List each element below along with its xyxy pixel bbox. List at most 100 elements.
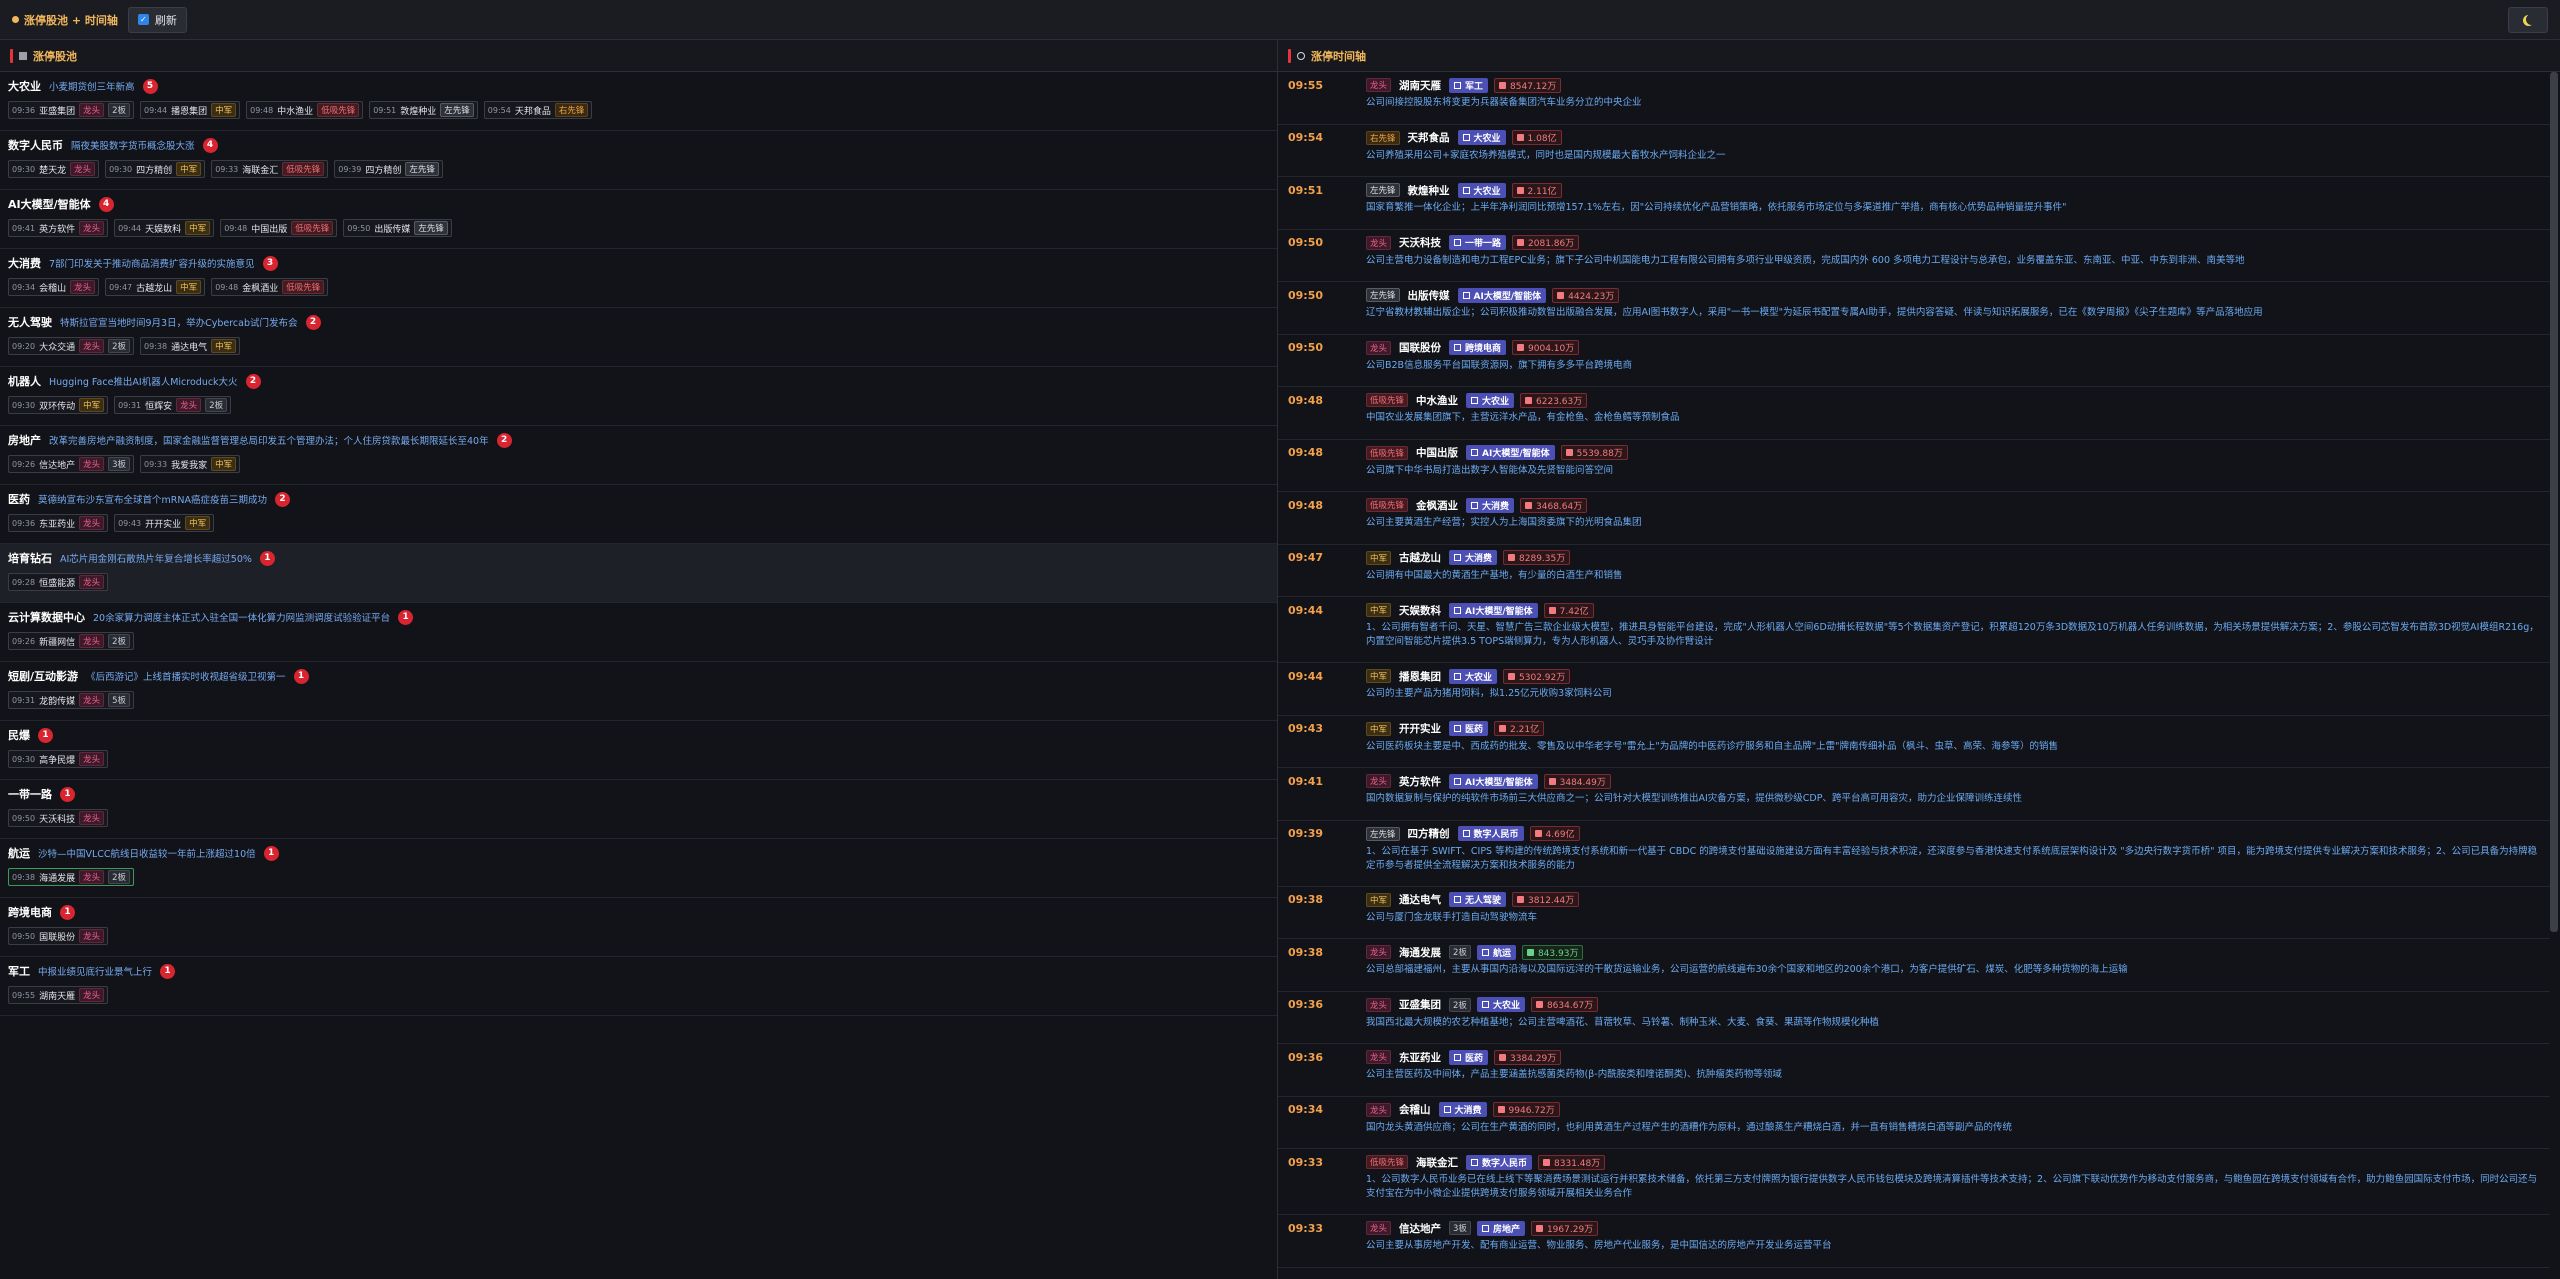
stock-chip[interactable]: 09:51 敦煌种业 左先锋 [369, 101, 478, 119]
timeline-item[interactable]: 09:41 龙头 英方软件 AI大模型/智能体 3484.49万 国内数据复制与保护的纯软… [1278, 768, 2550, 821]
sector-name[interactable]: 一带一路 [8, 786, 52, 802]
timeline-item[interactable]: 09:38 龙头 海通发展 2板 航运 843.93万 公司总部福建福州，主要从事国内沿海以… [1278, 939, 2550, 992]
timeline-item[interactable]: 09:33 龙头 信达地产 3板 房地产 1967.29万 公司主要从事房地产开发、配有商业… [1278, 1215, 2550, 1268]
sector-row[interactable]: 培育钻石 AI芯片用金刚石散热片年复合增长率超过50% 1 09:28 恒盛能源 龙头 [0, 544, 1277, 603]
stock-chip[interactable]: 09:20 大众交通 龙头 2板 [8, 337, 135, 355]
sector-tag[interactable]: AI大模型/智能体 [1449, 602, 1538, 618]
sector-tag[interactable]: 大农业 [1449, 668, 1498, 684]
sector-tag[interactable]: 数字人民币 [1466, 1154, 1533, 1170]
sector-tag[interactable]: 大农业 [1466, 392, 1515, 408]
stock-chip[interactable]: 09:31 龙韵传媒 龙头 5板 [8, 691, 135, 709]
sector-row[interactable]: 航运 沙特—中国VLCC航线日收益较一年前上涨超过10倍 1 09:38 海通发展 龙头 2… [0, 839, 1277, 898]
stock-chip[interactable]: 09:34 会稽山 龙头 [8, 278, 100, 296]
sector-tag[interactable]: 大消费 [1449, 550, 1498, 565]
stock-chip[interactable]: 09:31 恒辉安 龙头 2板 [114, 396, 232, 414]
stock-name[interactable]: 海联金汇 [1416, 1155, 1458, 1170]
stock-name[interactable]: 敦煌种业 [1408, 183, 1450, 198]
timeline-item[interactable]: 09:47 中军 古越龙山 大消费 8289.35万 公司拥有中国最大的黄酒生产基地，有少… [1278, 545, 2550, 597]
sector-row[interactable]: 数字人民币 隔夜美股数字货币概念股大涨 4 09:30 楚天龙 龙头 09:30 四方精创 中军… [0, 131, 1277, 190]
stock-chip[interactable]: 09:39 四方精创 左先锋 [334, 160, 443, 178]
timeline-item[interactable]: 09:50 龙头 天沃科技 一带一路 2081.86万 公司主营电力设备制造和电力工程EP… [1278, 230, 2550, 282]
stock-name[interactable]: 四方精创 [1408, 826, 1450, 841]
sector-row[interactable]: 一带一路 1 09:50 天沃科技 龙头 [0, 780, 1277, 839]
sector-tag[interactable]: 跨境电商 [1449, 340, 1507, 355]
stock-chip[interactable]: 09:36 亚盛集团 龙头 2板 [8, 101, 135, 119]
stock-chip[interactable]: 09:28 恒盛能源 龙头 [8, 573, 109, 591]
stock-name[interactable]: 出版传媒 [1408, 288, 1450, 303]
sector-name[interactable]: AI大模型/智能体 [8, 196, 91, 212]
sector-row[interactable]: 大消费 7部门印发关于推动商品消费扩容升级的实施意见 3 09:34 会稽山 龙头 09:4… [0, 249, 1277, 308]
sector-row[interactable]: AI大模型/智能体 4 09:41 英方软件 龙头 09:44 天娱数科 中军 09:48 中国出… [0, 190, 1277, 249]
sector-name[interactable]: 跨境电商 [8, 904, 52, 920]
timeline-item[interactable]: 09:48 低吸先锋 中水渔业 大农业 6223.63万 中国农业发展集团旗下，主营远洋水… [1278, 387, 2550, 440]
timeline-scrollbar[interactable] [2550, 72, 2558, 932]
stock-chip[interactable]: 09:44 天娱数科 中军 [114, 219, 215, 237]
sector-name[interactable]: 房地产 [8, 432, 41, 448]
sector-tag[interactable]: 无人驾驶 [1449, 892, 1507, 907]
stock-chip[interactable]: 09:30 高争民爆 龙头 [8, 750, 109, 768]
sector-row[interactable]: 跨境电商 1 09:50 国联股份 龙头 [0, 898, 1277, 957]
stock-chip[interactable]: 09:50 天沃科技 龙头 [8, 809, 109, 827]
sector-tag[interactable]: 大农业 [1457, 182, 1506, 198]
sector-name[interactable]: 民爆 [8, 727, 30, 743]
sector-row[interactable]: 民爆 1 09:30 高争民爆 龙头 [0, 721, 1277, 780]
stock-name[interactable]: 湖南天雁 [1399, 78, 1441, 93]
timeline-item[interactable]: 09:33 低吸先锋 海联金汇 数字人民币 8331.48万 1、公司数字人民币业务已在线… [1278, 1149, 2550, 1215]
stock-chip[interactable]: 09:47 古越龙山 中军 [105, 278, 206, 296]
stock-chip[interactable]: 09:48 金枫酒业 低吸先锋 [211, 278, 329, 296]
stock-chip[interactable]: 09:43 开开实业 中军 [114, 514, 215, 532]
stock-name[interactable]: 天娱数科 [1399, 603, 1441, 618]
stock-name[interactable]: 东亚药业 [1399, 1050, 1441, 1065]
sector-name[interactable]: 大消费 [8, 255, 41, 271]
timeline-item[interactable]: 09:44 中军 天娱数科 AI大模型/智能体 7.42亿 1、公司拥有智者千问、天星、智… [1278, 597, 2550, 663]
sector-name[interactable]: 无人驾驶 [8, 314, 52, 330]
sector-name[interactable]: 航运 [8, 845, 30, 861]
stock-chip[interactable]: 09:33 海联金汇 低吸先锋 [211, 160, 329, 178]
sector-name[interactable]: 短剧/互动影游 [8, 668, 78, 684]
stock-chip[interactable]: 09:50 出版传媒 左先锋 [343, 219, 452, 237]
stock-name[interactable]: 播恩集团 [1399, 669, 1441, 684]
sector-tag[interactable]: 房地产 [1476, 1220, 1525, 1236]
sector-row[interactable]: 军工 中报业绩见底行业景气上行 1 09:55 湖南天雁 龙头 [0, 957, 1277, 1016]
stock-name[interactable]: 中水渔业 [1416, 393, 1458, 408]
timeline-item[interactable]: 09:54 右先锋 天邦食品 大农业 1.08亿 公司养殖采用公司+家庭农场养殖模式，同时… [1278, 125, 2550, 177]
sector-tag[interactable]: 航运 [1476, 944, 1516, 960]
stock-chip[interactable]: 09:38 通达电气 中军 [140, 337, 241, 355]
stock-chip[interactable]: 09:55 湖南天雁 龙头 [8, 986, 109, 1004]
timeline-item[interactable]: 09:38 中军 通达电气 无人驾驶 3812.44万 公司与厦门金龙联手打造自动驾驶物流… [1278, 887, 2550, 939]
sector-tag[interactable]: 军工 [1449, 77, 1489, 93]
timeline-item[interactable]: 09:48 低吸先锋 中国出版 AI大模型/智能体 5539.88万 公司旗下中华书局打造… [1278, 440, 2550, 492]
timeline-item[interactable]: 09:39 左先锋 四方精创 数字人民币 4.69亿 1、公司在基于 SWIFT、CIPS… [1278, 821, 2550, 887]
sector-tag[interactable]: 一带一路 [1449, 235, 1507, 250]
stock-chip[interactable]: 09:41 英方软件 龙头 [8, 219, 109, 237]
stock-chip[interactable]: 09:36 东亚药业 龙头 [8, 514, 109, 532]
refresh-button[interactable]: ✓ 刷新 [127, 6, 187, 33]
sector-row[interactable]: 无人驾驶 特斯拉官宣当地时间9月3日，举办Cybercab试门发布会 2 09:20 大… [0, 308, 1277, 367]
sector-name[interactable]: 数字人民币 [8, 137, 63, 153]
stock-chip[interactable]: 09:50 国联股份 龙头 [8, 927, 109, 945]
stock-name[interactable]: 天邦食品 [1408, 130, 1450, 145]
stock-chip[interactable]: 09:48 中水渔业 低吸先锋 [246, 101, 364, 119]
sector-name[interactable]: 军工 [8, 963, 30, 979]
stock-chip[interactable]: 09:30 四方精创 中军 [105, 160, 206, 178]
stock-name[interactable]: 通达电气 [1399, 892, 1441, 907]
stock-chip[interactable]: 09:38 海通发展 龙头 2板 [8, 868, 135, 886]
timeline-item[interactable]: 09:51 左先锋 敦煌种业 大农业 2.11亿 国家育繁推一体化企业；上半年净利润同比预… [1278, 177, 2550, 230]
sector-tag[interactable]: 医药 [1449, 721, 1489, 736]
stock-name[interactable]: 国联股份 [1399, 340, 1441, 355]
stock-name[interactable]: 海通发展 [1399, 945, 1441, 960]
timeline-item[interactable]: 09:48 低吸先锋 金枫酒业 大消费 3468.64万 公司主要黄酒生产经营；实控人为上… [1278, 492, 2550, 545]
sector-tag[interactable]: AI大模型/智能体 [1449, 773, 1538, 789]
stock-chip[interactable]: 09:48 中国出版 低吸先锋 [220, 219, 338, 237]
stock-name[interactable]: 开开实业 [1399, 721, 1441, 736]
stock-name[interactable]: 天沃科技 [1399, 235, 1441, 250]
stock-chip[interactable]: 09:30 楚天龙 龙头 [8, 160, 100, 178]
stock-name[interactable]: 英方软件 [1399, 774, 1441, 789]
stock-chip[interactable]: 09:44 播恩集团 中军 [140, 101, 241, 119]
sector-name[interactable]: 培育钻石 [8, 550, 52, 566]
stock-name[interactable]: 信达地产 [1399, 1221, 1441, 1236]
timeline-item[interactable]: 09:44 中军 播恩集团 大农业 5302.92万 公司的主要产品为猪用饲料，拟1.25… [1278, 663, 2550, 716]
timeline-item[interactable]: 09:34 龙头 会稽山 大消费 9946.72万 国内龙头黄酒供应商；公司在生产黄酒的同… [1278, 1097, 2550, 1149]
stock-chip[interactable]: 09:54 天邦食品 右先锋 [483, 101, 593, 119]
stock-chip[interactable]: 09:33 我爱我家 中军 [140, 455, 241, 473]
